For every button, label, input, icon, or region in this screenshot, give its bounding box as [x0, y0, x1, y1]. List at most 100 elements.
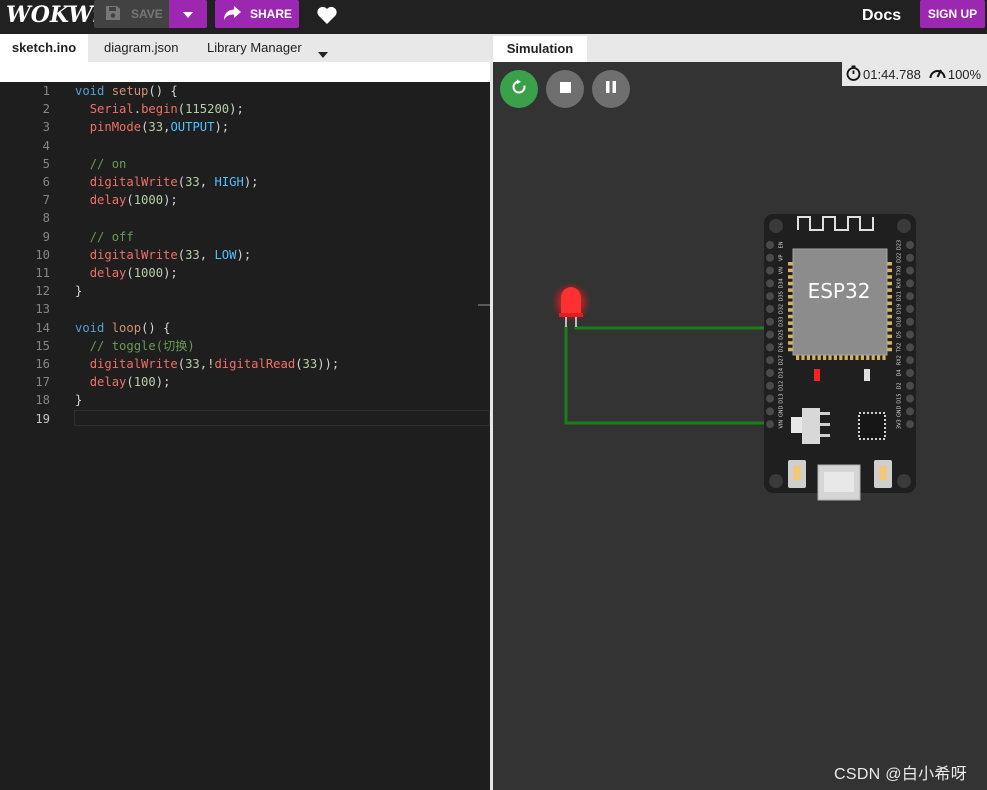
pin-rx2[interactable] — [906, 356, 914, 365]
line-number: 9 — [42, 229, 50, 244]
pin-en[interactable] — [766, 241, 774, 249]
pin-gnd[interactable] — [766, 407, 774, 416]
code-text: pinMode(33,OUTPUT); — [89, 120, 230, 135]
pin-d33[interactable] — [766, 317, 774, 326]
line-number: 7 — [42, 193, 50, 208]
tab-simulation[interactable]: Simulation — [493, 36, 587, 62]
code-text: delay(1000); — [89, 266, 178, 280]
circuit-diagram: ESP32 EN VP VN D34 D35 D32 D33 D25 D26 D27 D14 D12 D… — [551, 214, 916, 501]
code-line[interactable]: 16 digitalWrite(33,!digitalRead(33)); — [0, 355, 490, 373]
pin-label: GND — [779, 406, 785, 418]
share-icon — [224, 5, 241, 23]
code-text: // off — [89, 229, 134, 244]
esp32-board[interactable]: ESP32 EN VP VN D34 D35 D32 D33 D25 D26 D27 D14 D12 D… — [764, 214, 916, 501]
tabs-menu-icon[interactable] — [318, 40, 328, 58]
code-line[interactable]: 6 digitalWrite(33, HIGH); — [0, 173, 490, 191]
pin-label: RX2 — [897, 355, 903, 365]
line-number: 10 — [35, 247, 50, 262]
line-number: 12 — [35, 284, 50, 299]
pin-d19[interactable] — [906, 305, 914, 313]
tab-sketch-ino[interactable]: sketch.ino — [0, 34, 88, 62]
pin-label: EN — [779, 241, 785, 248]
code-line[interactable]: 5 // on — [0, 155, 490, 173]
pin-d4[interactable] — [906, 369, 914, 377]
code-line[interactable]: 4 — [0, 137, 490, 155]
code-line[interactable]: 9 // off — [0, 228, 490, 246]
wire-d33[interactable] — [574, 326, 770, 330]
pin-d2[interactable] — [906, 381, 914, 390]
line-number: 5 — [42, 156, 50, 171]
pin-rx0[interactable] — [906, 279, 914, 288]
code-line[interactable]: 1 void setup() { — [0, 82, 490, 100]
code-line[interactable]: 11 delay(1000); — [0, 264, 490, 282]
pin-d32[interactable] — [766, 305, 774, 313]
power-led — [814, 369, 820, 381]
code-line[interactable]: 10 digitalWrite(33, LOW); — [0, 246, 490, 264]
code-line[interactable]: 7 delay(1000); — [0, 191, 490, 209]
code-line[interactable]: 17 delay(100); — [0, 373, 490, 391]
editor-tab-bar: sketch.ino diagram.json Library Manager — [0, 34, 490, 82]
pin-label: 3V3 — [897, 419, 903, 429]
code-text: digitalWrite(33,!digitalRead(33)); — [89, 357, 340, 371]
simulation-canvas[interactable]: 01:44.788 100% ESP32 EN VP VN D34 D35 D3… — [493, 62, 987, 790]
code-line[interactable]: 14 void loop() { — [0, 319, 490, 337]
docs-link[interactable]: Docs — [862, 7, 901, 25]
code-line[interactable]: 8 — [0, 209, 490, 227]
line-number: 4 — [42, 138, 50, 153]
pin-d18[interactable] — [906, 317, 914, 326]
pin-label: D25 — [779, 329, 785, 339]
tab-library-manager[interactable]: Library Manager — [207, 34, 302, 62]
tab-diagram-json[interactable]: diagram.json — [104, 34, 178, 62]
heart-icon[interactable] — [317, 6, 337, 29]
pin-d23[interactable] — [906, 241, 914, 249]
pin-d25[interactable] — [766, 330, 774, 339]
pin-d15[interactable] — [906, 394, 914, 403]
pin-d22[interactable] — [906, 253, 914, 262]
code-text: digitalWrite(33, HIGH); — [89, 175, 259, 189]
pin-label: VIN — [779, 420, 785, 429]
signup-button[interactable]: SIGN UP — [920, 0, 985, 28]
pin-label: D2 — [897, 382, 903, 389]
pin-3v3[interactable] — [906, 420, 914, 429]
pin-vn[interactable] — [766, 266, 774, 275]
code-line[interactable]: 18} — [0, 391, 490, 409]
line-number: 8 — [42, 211, 50, 226]
pin-vin[interactable] — [766, 420, 774, 429]
share-label: SHARE — [250, 7, 293, 21]
wokwi-logo[interactable]: WOKWi — [6, 2, 101, 28]
code-line[interactable]: 13 — [0, 300, 490, 318]
caret-down-icon — [183, 5, 193, 23]
pin-d26[interactable] — [766, 343, 774, 352]
pin-label: D5 — [897, 331, 903, 338]
red-led[interactable] — [551, 282, 591, 327]
pin-label: D26 — [779, 342, 785, 352]
code-editor[interactable]: 1 void setup() {2 Serial.begin(115200); 3 … — [0, 82, 490, 790]
pin-d27[interactable] — [766, 356, 774, 365]
code-line[interactable]: 19 — [0, 410, 490, 428]
code-text: } — [75, 284, 83, 299]
pin-d35[interactable] — [766, 292, 774, 301]
pin-label: D22 — [897, 253, 903, 263]
line-number: 15 — [35, 338, 50, 353]
code-line[interactable]: 2 Serial.begin(115200); — [0, 100, 490, 118]
pin-d21[interactable] — [906, 292, 914, 301]
pin-d5[interactable] — [906, 330, 914, 339]
code-line[interactable]: 15 // toggle(切换) — [0, 337, 490, 355]
wire-gnd[interactable] — [564, 326, 770, 425]
pin-d14[interactable] — [766, 369, 774, 377]
code-line[interactable]: 12} — [0, 282, 490, 300]
line-number: 16 — [35, 357, 50, 371]
pin-tx2[interactable] — [906, 343, 914, 352]
save-button[interactable]: SAVE — [94, 0, 169, 28]
pin-d12[interactable] — [766, 381, 774, 390]
pin-vp[interactable] — [766, 253, 774, 262]
pin-d34[interactable] — [766, 279, 774, 288]
save-dropdown-button[interactable] — [169, 0, 207, 28]
code-line[interactable]: 3 pinMode(33,OUTPUT); — [0, 118, 490, 136]
pin-d13[interactable] — [766, 394, 774, 403]
share-button[interactable]: SHARE — [215, 0, 299, 28]
pin-tx0[interactable] — [906, 266, 914, 275]
pin-gnd[interactable] — [906, 407, 914, 416]
editor-scrollbar-marker[interactable] — [478, 304, 490, 306]
code-text: Serial.begin(115200); — [89, 102, 244, 117]
